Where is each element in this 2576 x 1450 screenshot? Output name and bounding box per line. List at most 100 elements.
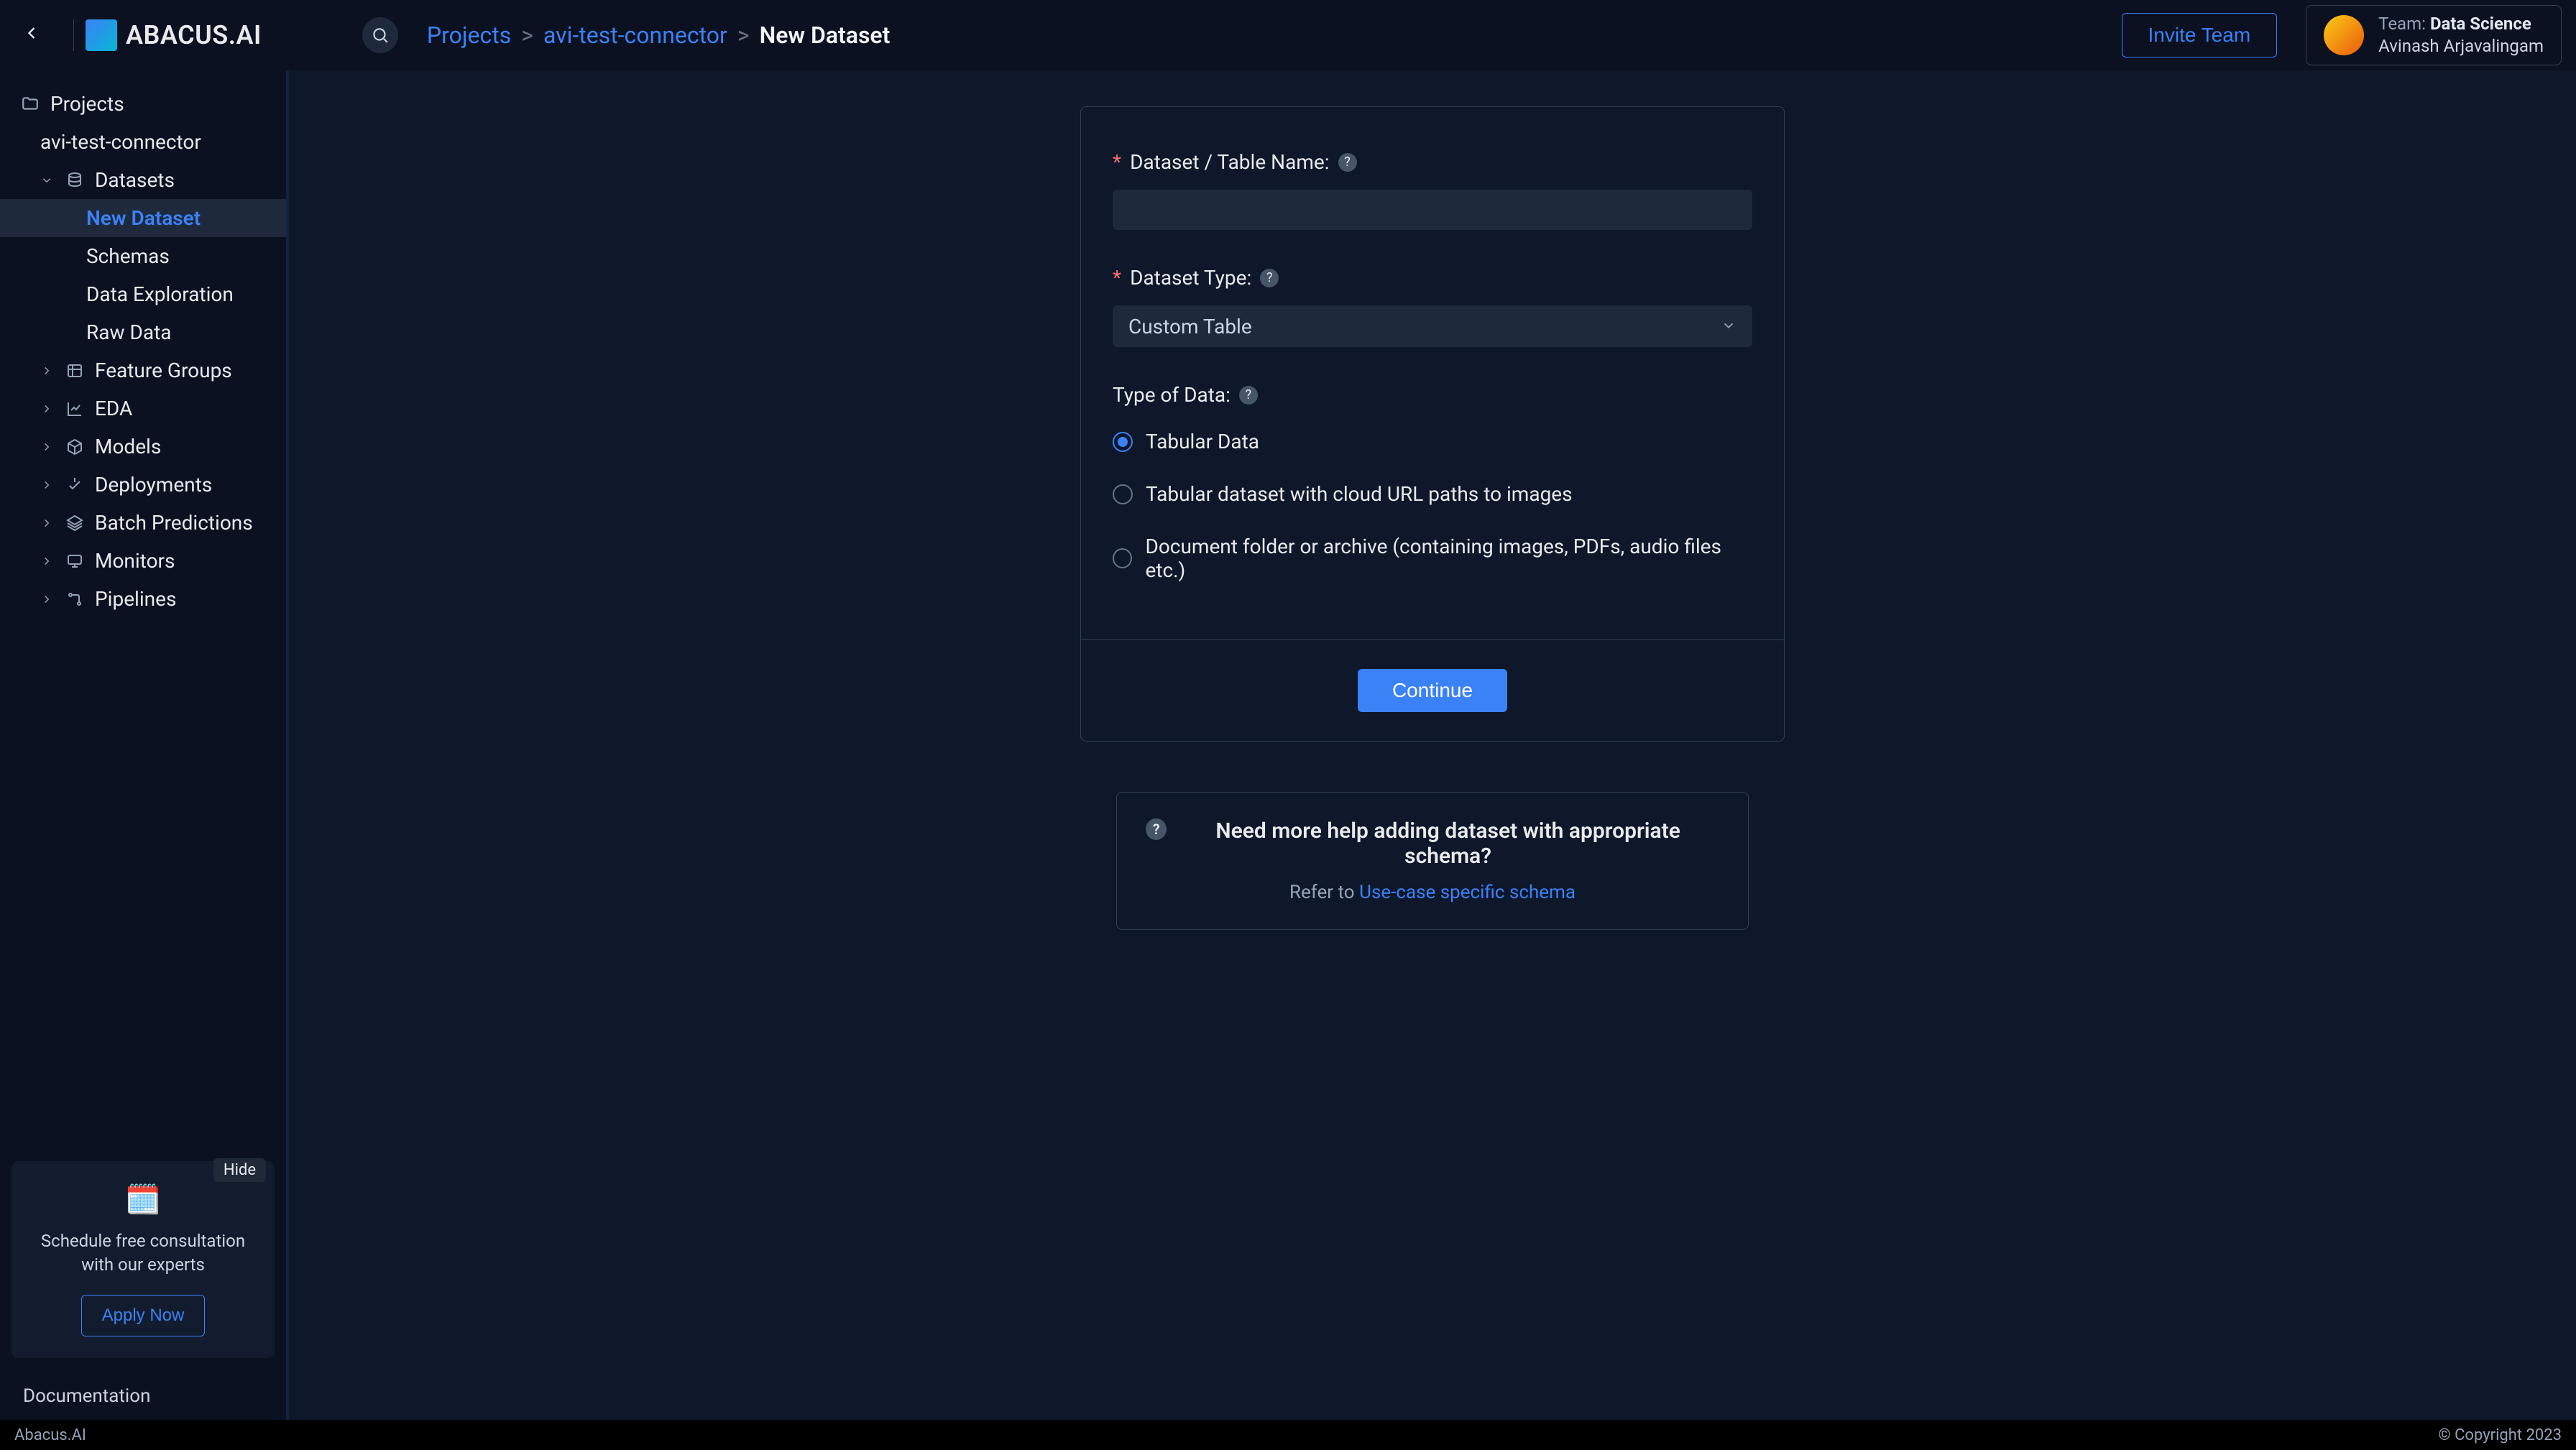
help-icon[interactable]: ? — [1260, 269, 1279, 287]
sidebar-item-datasets[interactable]: Datasets — [0, 161, 286, 199]
breadcrumb-separator: > — [737, 22, 750, 49]
breadcrumb-project[interactable]: avi-test-connector — [543, 22, 727, 49]
select-value: Custom Table — [1128, 315, 1252, 338]
folder-icon — [20, 95, 40, 114]
radio-icon — [1113, 548, 1132, 568]
chevron-down-icon — [40, 168, 55, 192]
type-of-data-label: Type of Data: ? — [1113, 383, 1752, 407]
sidebar-item-label: Batch Predictions — [95, 511, 253, 535]
sidebar-item-label: Monitors — [95, 549, 175, 573]
breadcrumb-current: New Dataset — [760, 22, 891, 49]
continue-button[interactable]: Continue — [1358, 669, 1507, 712]
chart-icon — [65, 400, 85, 417]
sidebar: Projects avi-test-connector Datasets New… — [0, 70, 289, 1420]
logo[interactable]: ABACUS.AI — [73, 19, 262, 51]
sidebar-item-batch-predictions[interactable]: Batch Predictions — [0, 504, 286, 542]
sidebar-item-label: Models — [95, 435, 161, 458]
radio-label: Document folder or archive (containing i… — [1145, 535, 1752, 582]
callout-title: Need more help adding dataset with appro… — [1177, 818, 1719, 869]
documentation-link[interactable]: Documentation — [0, 1372, 286, 1420]
layers-icon — [65, 514, 85, 532]
back-button[interactable] — [14, 11, 49, 60]
search-icon — [371, 26, 390, 45]
sidebar-item-eda[interactable]: EDA — [0, 389, 286, 428]
calendar-icon: 🗓️ — [29, 1183, 257, 1216]
sidebar-item-label: Projects — [50, 92, 124, 116]
chevron-right-icon — [40, 435, 55, 458]
sidebar-item-label: avi-test-connector — [40, 130, 201, 154]
required-marker: * — [1113, 150, 1121, 174]
chevron-right-icon — [40, 473, 55, 497]
radio-tabular[interactable]: Tabular Data — [1113, 422, 1752, 475]
sidebar-item-label: Data Exploration — [86, 282, 234, 306]
sidebar-item-label: Pipelines — [95, 587, 176, 611]
app-footer: Abacus.AI © Copyright 2023 — [0, 1420, 2576, 1450]
divider — [1081, 639, 1784, 640]
sidebar-item-models[interactable]: Models — [0, 428, 286, 466]
apply-now-button[interactable]: Apply Now — [81, 1295, 206, 1336]
footer-brand: Abacus.AI — [14, 1426, 86, 1444]
dataset-name-input[interactable] — [1113, 190, 1752, 230]
schema-help-callout: ? Need more help adding dataset with app… — [1116, 792, 1749, 930]
dataset-name-label: * Dataset / Table Name: ? — [1113, 150, 1752, 174]
promo-hide-button[interactable]: Hide — [213, 1158, 266, 1182]
sidebar-item-pipelines[interactable]: Pipelines — [0, 580, 286, 618]
sidebar-item-raw-data[interactable]: Raw Data — [0, 313, 286, 351]
rocket-icon — [65, 476, 85, 494]
team-name-label: Team: Data Science — [2378, 13, 2544, 35]
radio-cloud-images[interactable]: Tabular dataset with cloud URL paths to … — [1113, 475, 1752, 527]
logo-mark-icon — [86, 19, 117, 51]
radio-label: Tabular dataset with cloud URL paths to … — [1146, 482, 1573, 506]
sidebar-item-feature-groups[interactable]: Feature Groups — [0, 351, 286, 389]
radio-document-folder[interactable]: Document folder or archive (containing i… — [1113, 527, 1752, 604]
sidebar-item-label: New Dataset — [86, 206, 201, 230]
field-dataset-type: * Dataset Type: ? Custom Table — [1113, 266, 1752, 347]
logo-text: ABACUS.AI — [126, 20, 262, 50]
sidebar-item-label: Schemas — [86, 244, 170, 268]
radio-label: Tabular Data — [1146, 430, 1259, 453]
sidebar-item-deployments[interactable]: Deployments — [0, 466, 286, 504]
help-icon[interactable]: ? — [1338, 153, 1357, 172]
chevron-right-icon — [40, 397, 55, 420]
sidebar-item-projects[interactable]: Projects — [0, 85, 286, 123]
sidebar-item-data-exploration[interactable]: Data Exploration — [0, 275, 286, 313]
help-icon[interactable]: ? — [1239, 386, 1258, 405]
table-icon — [65, 362, 85, 379]
chevron-right-icon — [40, 359, 55, 382]
team-switcher[interactable]: Team: Data Science Avinash Arjavalingam — [2306, 5, 2562, 65]
breadcrumb-projects[interactable]: Projects — [427, 22, 511, 49]
breadcrumb-separator: > — [521, 22, 533, 49]
invite-team-button[interactable]: Invite Team — [2122, 13, 2278, 57]
sidebar-item-new-dataset[interactable]: New Dataset — [0, 199, 286, 237]
cube-icon — [65, 438, 85, 456]
search-button[interactable] — [362, 17, 398, 53]
sidebar-item-schemas[interactable]: Schemas — [0, 237, 286, 275]
dataset-type-select[interactable]: Custom Table — [1113, 305, 1752, 347]
team-user-label: Avinash Arjavalingam — [2378, 35, 2544, 57]
help-icon: ? — [1146, 818, 1167, 840]
monitor-icon — [65, 553, 85, 570]
required-marker: * — [1113, 266, 1121, 290]
sidebar-item-label: Datasets — [95, 168, 175, 192]
chevron-right-icon — [40, 587, 55, 611]
sidebar-item-monitors[interactable]: Monitors — [0, 542, 286, 580]
new-dataset-form: * Dataset / Table Name: ? * Dataset Type… — [1080, 106, 1785, 742]
sidebar-item-label: EDA — [95, 397, 132, 420]
field-type-of-data: Type of Data: ? Tabular Data Tabular dat… — [1113, 383, 1752, 604]
radio-icon — [1113, 484, 1133, 504]
database-icon — [65, 172, 85, 189]
radio-icon — [1113, 432, 1133, 452]
avatar — [2324, 15, 2364, 55]
app-header: ABACUS.AI Projects > avi-test-connector … — [0, 0, 2576, 70]
dataset-type-label: * Dataset Type: ? — [1113, 266, 1752, 290]
breadcrumb: Projects > avi-test-connector > New Data… — [427, 22, 891, 49]
sidebar-item-label: Raw Data — [86, 320, 171, 344]
flow-icon — [65, 591, 85, 608]
chevron-right-icon — [40, 511, 55, 535]
schema-help-link[interactable]: Use-case specific schema — [1359, 882, 1576, 903]
promo-text: Schedule free consultation with our expe… — [29, 1229, 257, 1278]
main-content: * Dataset / Table Name: ? * Dataset Type… — [289, 70, 2576, 1420]
callout-subtitle: Refer to Use-case specific schema — [1146, 882, 1719, 903]
sidebar-item-project[interactable]: avi-test-connector — [0, 123, 286, 161]
chevron-right-icon — [40, 549, 55, 573]
